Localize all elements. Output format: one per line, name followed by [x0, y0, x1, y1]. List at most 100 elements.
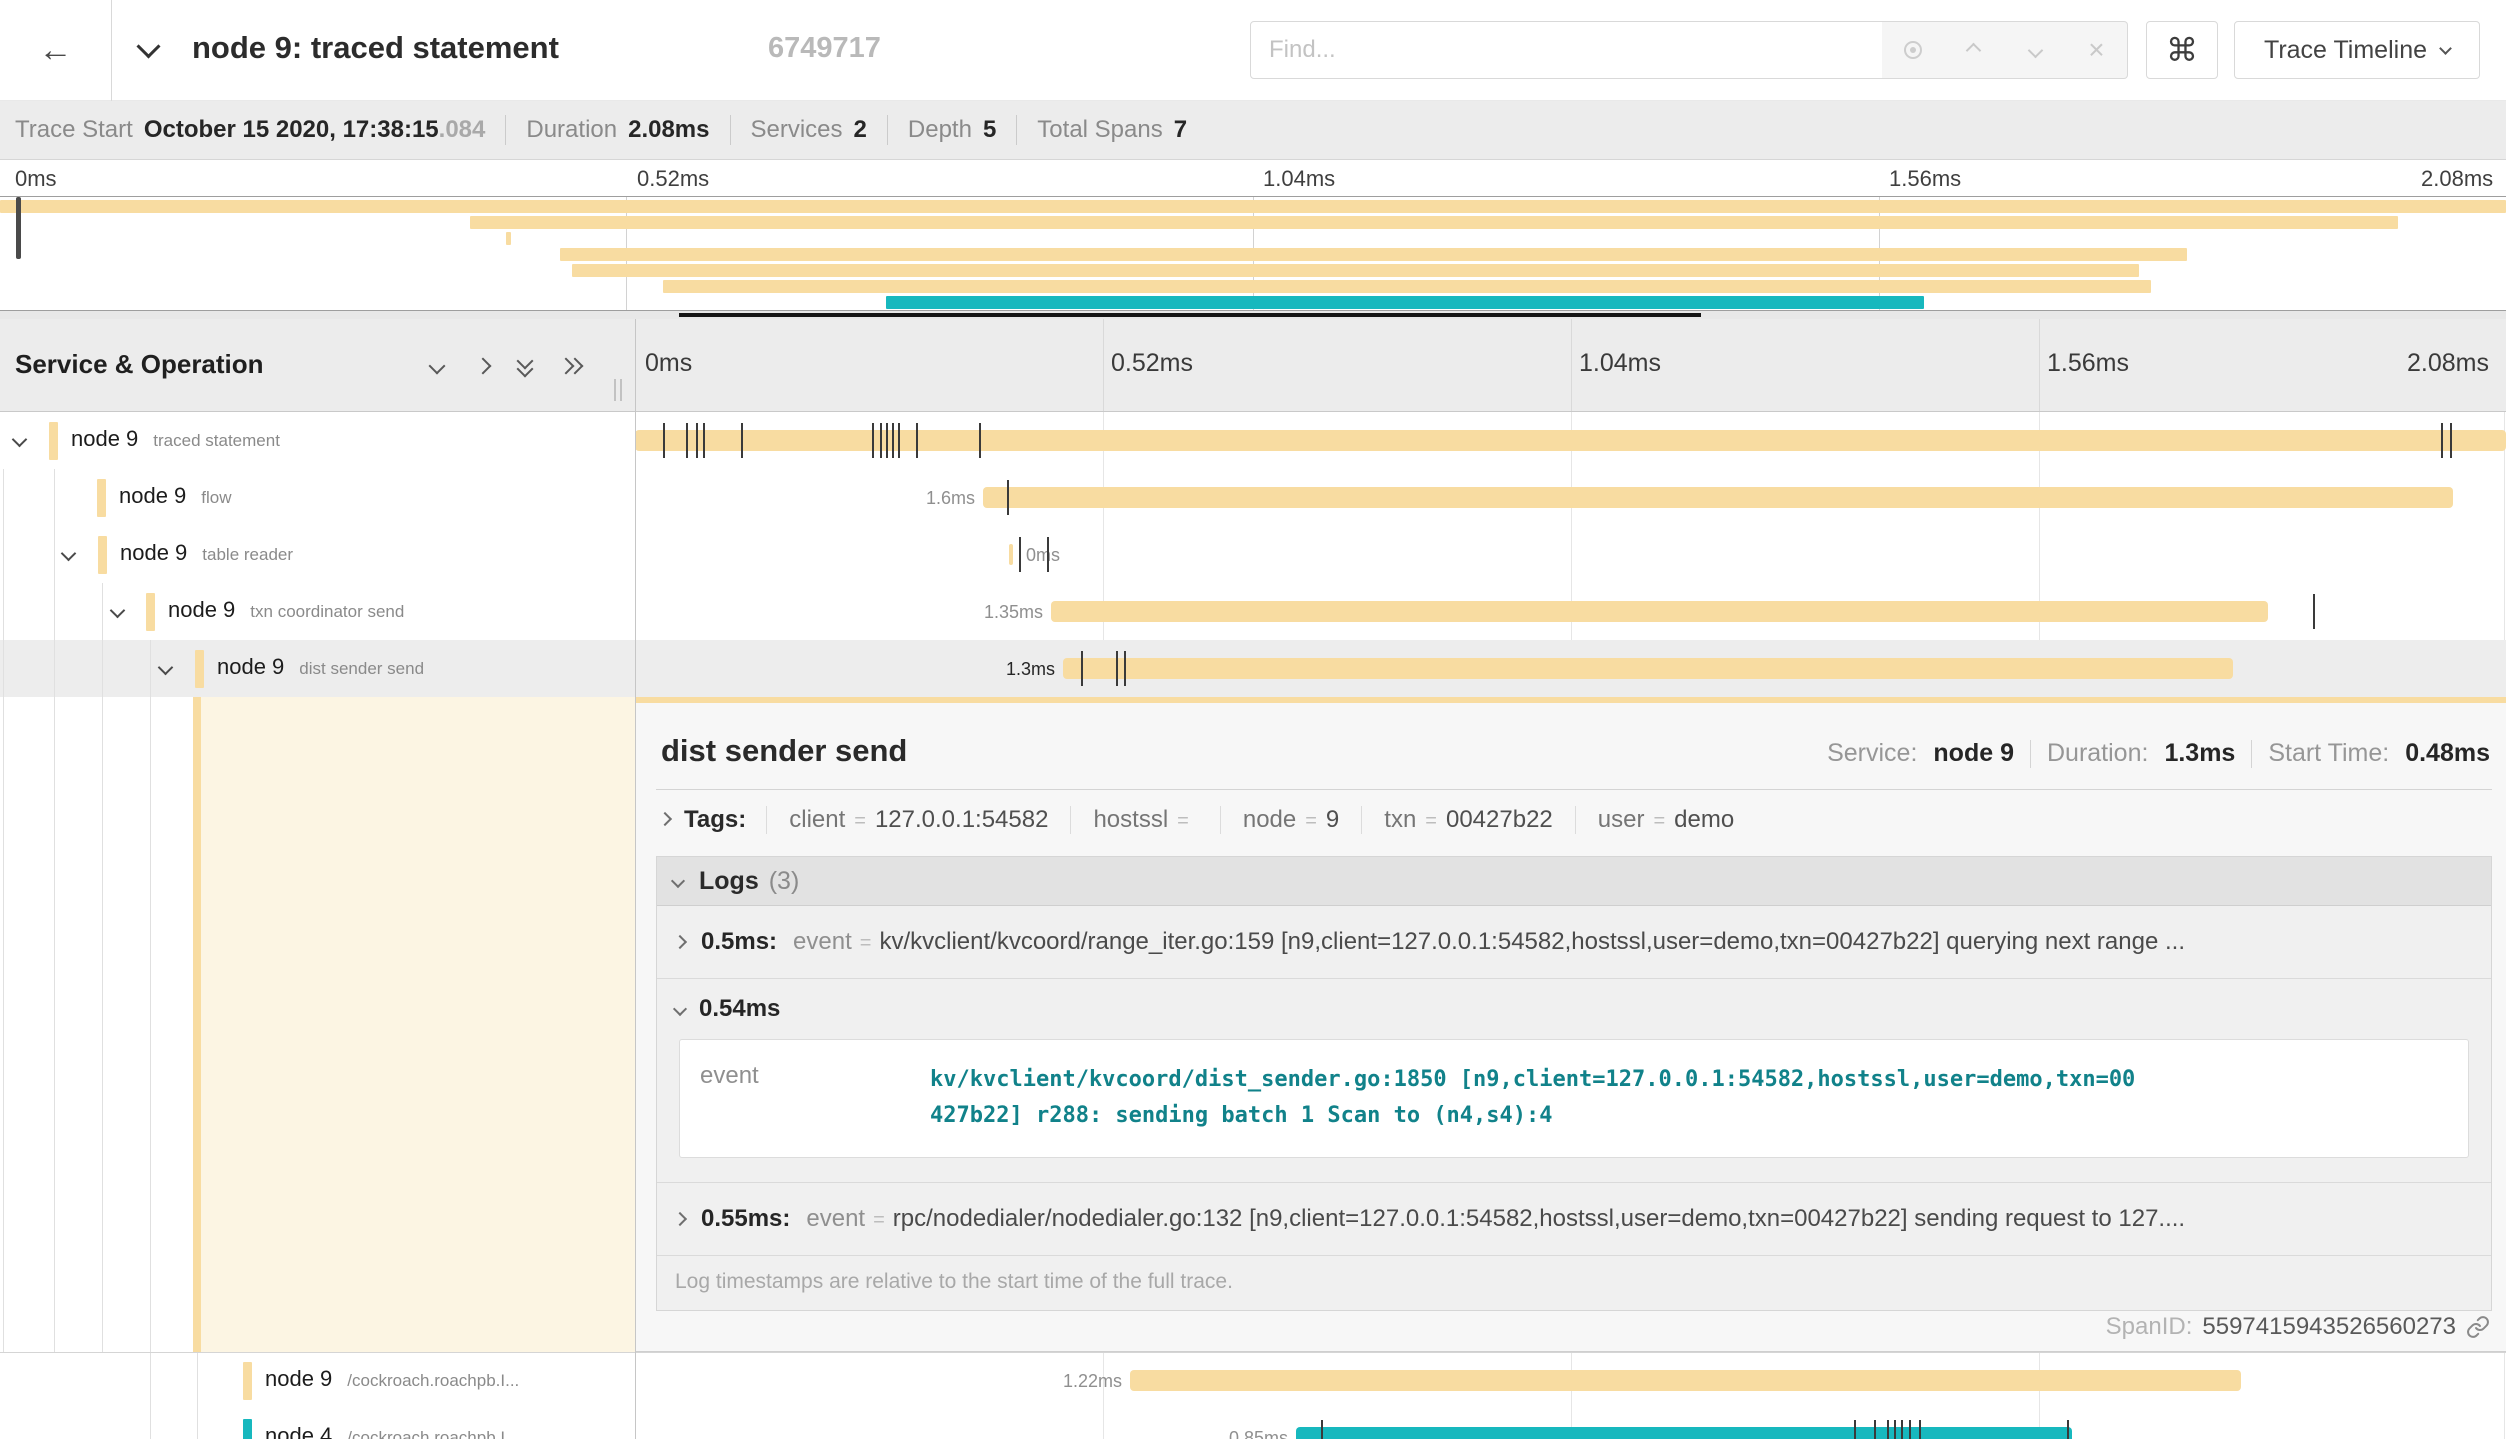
span-color-bar	[195, 650, 204, 688]
detail-duration-value: 1.3ms	[2164, 739, 2235, 768]
logs-header[interactable]: Logs (3)	[657, 857, 2491, 906]
timeline-minimap[interactable]	[0, 196, 2506, 311]
back-button[interactable]: ←	[0, 0, 112, 101]
collapse-trace-chevron-icon[interactable]	[136, 34, 160, 58]
row-collapse-chevron-icon[interactable]	[158, 660, 174, 676]
detail-start-time-value: 0.48ms	[2405, 739, 2490, 768]
tag-item: txn=00427b22	[1361, 806, 1574, 834]
chevron-right-icon	[658, 812, 672, 826]
duration-value: 2.08ms	[628, 116, 709, 144]
expand-all-icon[interactable]	[558, 353, 584, 379]
logs-footer-note: Log timestamps are relative to the start…	[657, 1256, 2491, 1310]
span-gantt-bar[interactable]	[983, 487, 2453, 508]
span-row[interactable]: node 4 /cockroach.roachpb.I... 0.85ms	[0, 1409, 2506, 1439]
span-row[interactable]: node 9 /cockroach.roachpb.I... 1.22ms	[0, 1352, 2506, 1409]
services-label: Services	[751, 116, 843, 144]
span-gantt-bar[interactable]	[1296, 1427, 2072, 1439]
expand-one-icon[interactable]	[470, 353, 496, 379]
gantt-tick-label: 0.52ms	[1111, 349, 1193, 378]
selected-span-indent-fill	[201, 697, 635, 1352]
span-gantt-bar[interactable]	[1130, 1370, 2241, 1391]
detail-duration-label: Duration:	[2047, 739, 2148, 768]
span-gantt-bar[interactable]	[1063, 658, 2233, 679]
prev-match-icon[interactable]	[1956, 32, 1992, 68]
span-service-name[interactable]: node 9	[71, 426, 138, 452]
span-operation-name[interactable]: flow	[201, 488, 231, 508]
timeline-scrollbar-thumb[interactable]	[679, 313, 1701, 317]
span-service-name[interactable]: node 9	[120, 540, 187, 566]
row-collapse-chevron-icon[interactable]	[110, 603, 126, 619]
span-operation-name[interactable]: txn coordinator send	[250, 602, 404, 622]
find-controls: ×	[1882, 21, 2128, 79]
column-resizer-grip[interactable]	[614, 379, 622, 401]
log-entry[interactable]: 0.5ms: event = kv/kvclient/kvcoord/range…	[657, 906, 2491, 979]
detail-span-title: dist sender send	[661, 733, 907, 769]
span-service-name[interactable]: node 9	[119, 483, 186, 509]
chevron-down-icon	[673, 1002, 687, 1016]
trace-title: node 9: traced statement	[192, 30, 559, 66]
tag-item: user=demo	[1575, 806, 1756, 834]
depth-value: 5	[983, 116, 996, 144]
log-entry[interactable]: 0.55ms: event = rpc/nodedialer/nodediale…	[657, 1183, 2491, 1256]
span-operation-name[interactable]: /cockroach.roachpb.I...	[347, 1428, 519, 1439]
service-operation-header: Service & Operation	[15, 349, 264, 380]
span-operation-name[interactable]: table reader	[202, 545, 293, 565]
span-operation-name[interactable]: /cockroach.roachpb.I...	[347, 1371, 519, 1391]
span-service-name[interactable]: node 9	[217, 654, 284, 680]
timeline-scrollbar	[0, 311, 2506, 319]
trace-id: 6749717	[768, 32, 881, 65]
minimap-span-bar	[506, 232, 511, 245]
span-duration-label: 1.3ms	[1006, 659, 1055, 680]
keyboard-shortcuts-button[interactable]: ⌘	[2146, 21, 2218, 79]
span-service-name[interactable]: node 9	[265, 1366, 332, 1392]
log-fields-table: event kv/kvclient/kvcoord/dist_sender.go…	[679, 1039, 2469, 1158]
span-detail-panel: dist sender send Service: node 9 Duratio…	[636, 703, 2506, 1352]
clear-find-icon[interactable]: ×	[2078, 32, 2114, 68]
next-match-icon[interactable]	[2017, 32, 2053, 68]
span-service-name[interactable]: node 9	[168, 597, 235, 623]
tag-item: node=9	[1220, 806, 1361, 834]
top-header: ← node 9: traced statement 6749717 × ⌘ T…	[0, 0, 2506, 101]
trace-view-selector[interactable]: Trace Timeline	[2234, 21, 2480, 79]
span-gantt-bar[interactable]	[1051, 601, 2268, 622]
row-collapse-chevron-icon[interactable]	[61, 546, 77, 562]
selected-span-guide-bar	[193, 697, 201, 1352]
span-row[interactable]: node 9 txn coordinator send 1.35ms	[0, 583, 2506, 640]
collapse-all-icon[interactable]	[513, 353, 539, 379]
timeline-column-header: Service & Operation 0ms 0.52ms 1.04ms 1.…	[0, 319, 2506, 412]
gantt-tick-label: 0ms	[645, 349, 692, 378]
span-color-bar	[49, 422, 58, 460]
row-collapse-chevron-icon[interactable]	[12, 432, 28, 448]
collapse-one-icon[interactable]	[424, 353, 450, 379]
span-row[interactable]: node 9 flow 1.6ms	[0, 469, 2506, 526]
deep-link-icon[interactable]	[2466, 1315, 2490, 1339]
focus-match-icon[interactable]	[1895, 32, 1931, 68]
span-service-name[interactable]: node 4	[265, 1423, 332, 1439]
span-operation-name[interactable]: dist sender send	[299, 659, 424, 679]
chevron-right-icon	[673, 935, 687, 949]
span-duration-label: 1.35ms	[984, 602, 1043, 623]
span-operation-name[interactable]: traced statement	[153, 431, 280, 451]
gantt-tick-label: 1.56ms	[2047, 349, 2129, 378]
minimap-span-bar	[886, 296, 1924, 309]
total-spans-label: Total Spans	[1037, 116, 1162, 144]
find-input[interactable]	[1251, 22, 1882, 78]
minimap-drag-handle[interactable]	[16, 197, 21, 259]
detail-start-time-label: Start Time:	[2268, 739, 2389, 768]
span-row[interactable]: node 9 table reader 0ms	[0, 526, 2506, 583]
span-row-selected[interactable]: node 9 dist sender send 1.3ms	[0, 640, 2506, 697]
log-entry-expanded: 0.54ms event kv/kvclient/kvcoord/dist_se…	[657, 979, 2491, 1183]
span-rows-area: node 9 traced statement node 9 flow 1.6m…	[0, 412, 2506, 1439]
span-color-bar	[146, 593, 155, 631]
log-entry-header[interactable]: 0.54ms	[675, 995, 2469, 1023]
minimap-span-bar	[0, 200, 2506, 213]
tags-accordion[interactable]: Tags: client=127.0.0.1:54582 hostssl= no…	[656, 806, 2492, 834]
log-field-value: kv/kvclient/kvcoord/dist_sender.go:1850 …	[930, 1062, 2448, 1135]
span-gantt-bar[interactable]	[1009, 544, 1013, 565]
find-box	[1250, 21, 1883, 79]
span-duration-label: 0ms	[1026, 545, 1060, 566]
command-icon: ⌘	[2166, 31, 2198, 69]
column-divider[interactable]	[635, 319, 636, 1439]
span-row[interactable]: node 9 traced statement	[0, 412, 2506, 469]
chevron-right-icon	[673, 1212, 687, 1226]
